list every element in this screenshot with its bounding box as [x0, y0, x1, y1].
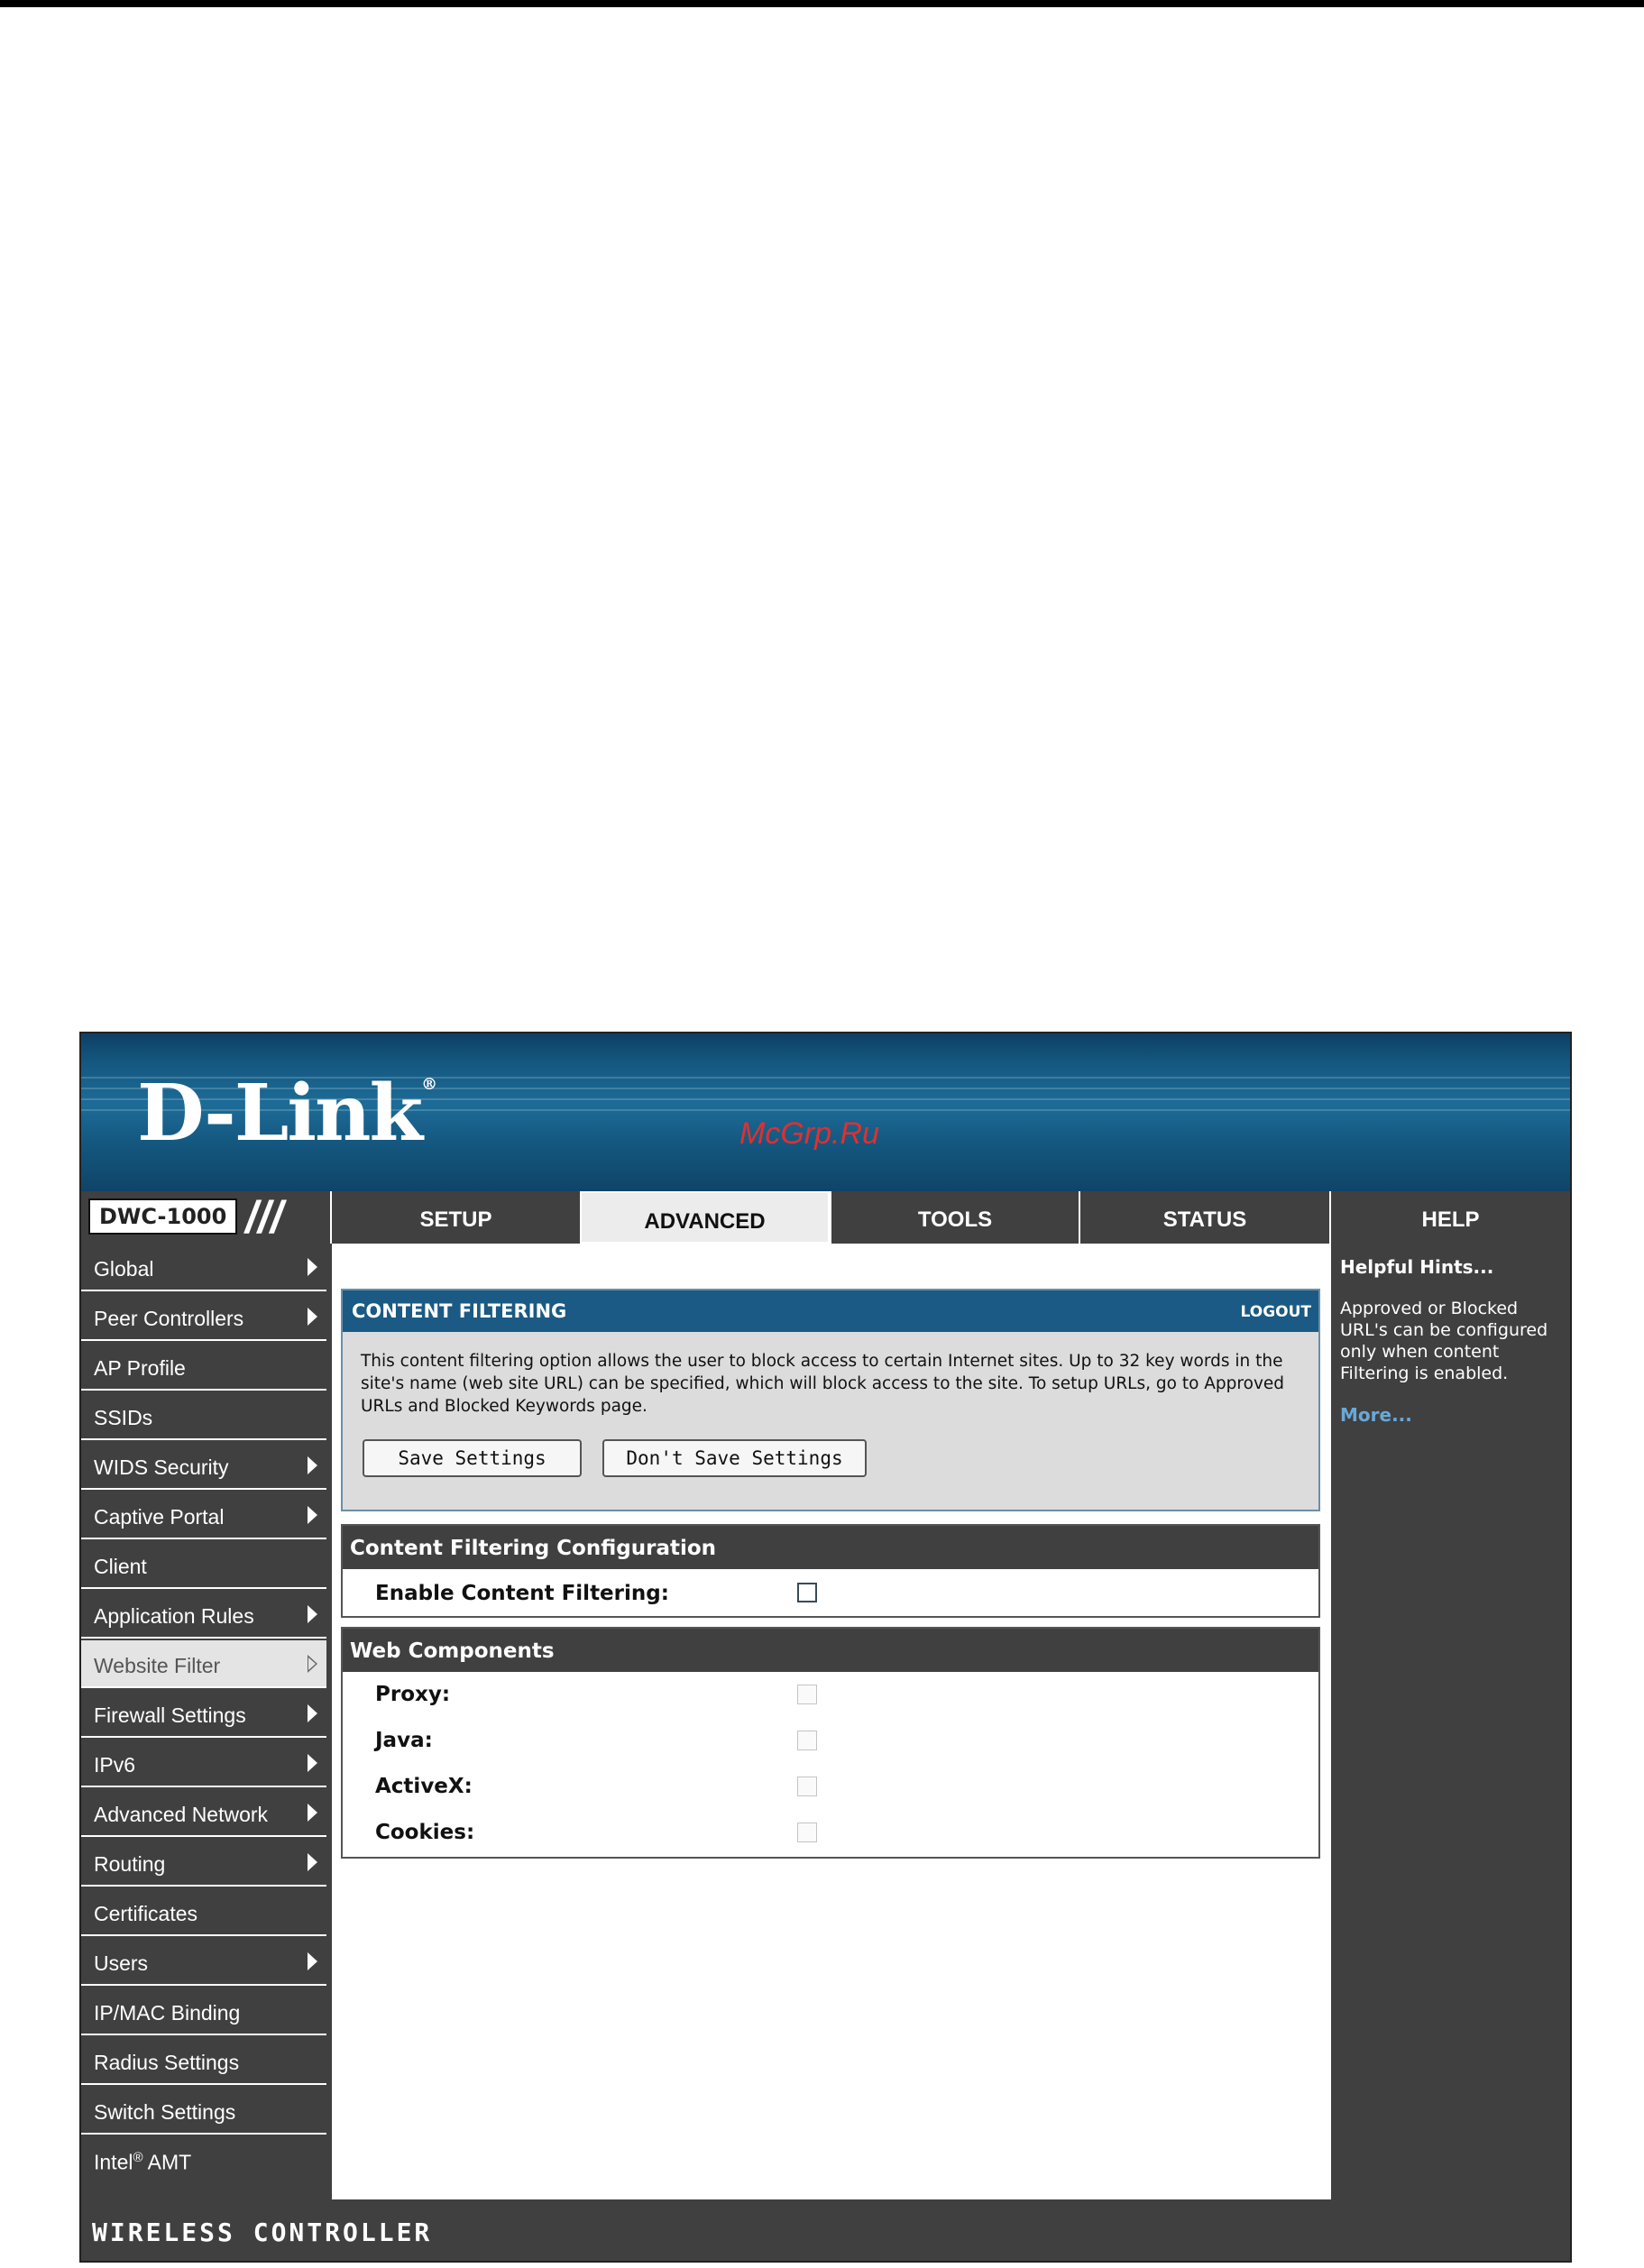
sidebar-item-label: Routing	[94, 1852, 166, 1876]
sidebar-item-label: Intel	[94, 2150, 133, 2174]
main-content: CONTENT FILTERING LOGOUT This content fi…	[332, 1244, 1329, 2199]
sidebar-item-users[interactable]: Users	[81, 1938, 326, 1986]
tab-help[interactable]: HELP	[1329, 1191, 1570, 1244]
dlink-logo: D-Link®	[137, 1068, 437, 1159]
dont-save-settings-button[interactable]: Don't Save Settings	[602, 1439, 867, 1477]
sidebar-item-ipv6[interactable]: IPv6	[81, 1740, 326, 1787]
sidebar-item-intel-amt[interactable]: Intel® AMT	[81, 2136, 326, 2199]
sidebar: Global Peer Controllers AP Profile SSIDs…	[81, 1244, 330, 2199]
arrow-right-outline-icon	[308, 1655, 317, 1673]
proxy-label: Proxy:	[375, 1683, 451, 1706]
help-panel: Helpful Hints... Approved or Blocked URL…	[1329, 1244, 1570, 2199]
sidebar-item-label: Client	[94, 1555, 147, 1578]
slashes-decoration: ///	[245, 1192, 283, 1243]
model-name: DWC-1000	[88, 1198, 237, 1235]
top-nav: DWC-1000 /// SETUP ADVANCED TOOLS STATUS…	[81, 1191, 1570, 1244]
enable-content-filtering-label: Enable Content Filtering:	[375, 1582, 669, 1605]
arrow-right-icon	[308, 1754, 317, 1772]
sidebar-item-label: Users	[94, 1951, 149, 1975]
content-filtering-panel: CONTENT FILTERING LOGOUT This content fi…	[341, 1289, 1320, 1511]
sidebar-item-label: Application Rules	[94, 1604, 254, 1628]
arrow-right-icon	[308, 1258, 317, 1276]
tab-tools[interactable]: TOOLS	[830, 1191, 1079, 1244]
cookies-label: Cookies:	[375, 1821, 475, 1844]
arrow-right-icon	[308, 1605, 317, 1623]
sidebar-item-label: IPv6	[94, 1753, 136, 1777]
top-rule	[0, 0, 1644, 7]
sidebar-item-firewall-settings[interactable]: Firewall Settings	[81, 1690, 326, 1738]
sidebar-item-ip-mac-binding[interactable]: IP/MAC Binding	[81, 1988, 326, 2035]
panel-description: This content filtering option allows the…	[361, 1352, 1285, 1416]
sidebar-item-label: Switch Settings	[94, 2100, 236, 2124]
sidebar-item-website-filter[interactable]: Website Filter	[81, 1640, 326, 1688]
arrow-right-icon	[308, 1853, 317, 1871]
watermark: McGrp.Ru	[739, 1116, 879, 1151]
arrow-right-icon	[308, 1308, 317, 1326]
sidebar-item-wids-security[interactable]: WIDS Security	[81, 1442, 326, 1490]
section-title: Web Components	[343, 1629, 1318, 1672]
logout-link[interactable]: LOGOUT	[1241, 1303, 1311, 1321]
web-components-section: Web Components Proxy: Java: ActiveX: Coo…	[341, 1627, 1320, 1859]
sidebar-item-label: SSIDs	[94, 1406, 153, 1429]
help-title: Helpful Hints...	[1340, 1256, 1494, 1278]
activex-checkbox[interactable]	[797, 1777, 817, 1796]
panel-title: CONTENT FILTERING	[352, 1300, 567, 1322]
sidebar-item-label: Advanced Network	[94, 1803, 269, 1826]
sidebar-item-label: IP/MAC Binding	[94, 2001, 241, 2025]
enable-content-filtering-checkbox[interactable]	[797, 1583, 817, 1602]
sidebar-item-captive-portal[interactable]: Captive Portal	[81, 1492, 326, 1539]
sidebar-item-label: WIDS Security	[94, 1455, 229, 1479]
help-text: Approved or Blocked URL's can be configu…	[1340, 1299, 1548, 1383]
sidebar-item-application-rules[interactable]: Application Rules	[81, 1591, 326, 1639]
sidebar-item-label: Global	[94, 1257, 154, 1281]
sidebar-item-ssids[interactable]: SSIDs	[81, 1392, 326, 1440]
proxy-checkbox[interactable]	[797, 1685, 817, 1704]
footer-label: WIRELESS CONTROLLER	[92, 2217, 433, 2247]
arrow-right-icon	[308, 1952, 317, 1970]
tab-advanced[interactable]: ADVANCED	[580, 1191, 830, 1244]
sidebar-item-label-suffix: AMT	[142, 2150, 192, 2174]
help-more-link[interactable]: More...	[1340, 1404, 1412, 1426]
brand-name: D-Link	[137, 1068, 423, 1159]
sidebar-item-label: Firewall Settings	[94, 1703, 246, 1727]
registered-mark: ®	[133, 2150, 143, 2165]
arrow-right-icon	[308, 1804, 317, 1822]
brand-registered-mark: ®	[421, 1075, 438, 1094]
sidebar-item-global[interactable]: Global	[81, 1244, 326, 1291]
sidebar-item-radius-settings[interactable]: Radius Settings	[81, 2037, 326, 2085]
section-title: Content Filtering Configuration	[343, 1526, 1318, 1569]
sidebar-item-client[interactable]: Client	[81, 1541, 326, 1589]
sidebar-item-label: AP Profile	[94, 1356, 186, 1380]
sidebar-item-certificates[interactable]: Certificates	[81, 1888, 326, 1936]
activex-label: ActiveX:	[375, 1775, 473, 1798]
panel-header: CONTENT FILTERING LOGOUT	[343, 1290, 1318, 1332]
sidebar-item-label: Peer Controllers	[94, 1307, 244, 1330]
arrow-right-icon	[308, 1704, 317, 1722]
tab-setup[interactable]: SETUP	[330, 1191, 580, 1244]
header-banner: D-Link® McGrp.Ru	[81, 1033, 1570, 1191]
arrow-right-icon	[308, 1456, 317, 1474]
sidebar-item-label: Website Filter	[94, 1654, 221, 1677]
sidebar-item-peer-controllers[interactable]: Peer Controllers	[81, 1293, 326, 1341]
sidebar-item-label: Certificates	[94, 1902, 198, 1925]
sidebar-item-routing[interactable]: Routing	[81, 1839, 326, 1887]
java-label: Java:	[375, 1729, 433, 1752]
java-checkbox[interactable]	[797, 1731, 817, 1750]
footer: WIRELESS CONTROLLER	[81, 2199, 1570, 2261]
sidebar-item-label: Radius Settings	[94, 2051, 240, 2074]
model-cell: DWC-1000 ///	[81, 1191, 330, 1244]
save-settings-button[interactable]: Save Settings	[363, 1439, 582, 1477]
content-filtering-config-section: Content Filtering Configuration Enable C…	[341, 1524, 1320, 1618]
cookies-checkbox[interactable]	[797, 1823, 817, 1842]
sidebar-item-advanced-network[interactable]: Advanced Network	[81, 1789, 326, 1837]
tab-status[interactable]: STATUS	[1079, 1191, 1329, 1244]
sidebar-item-ap-profile[interactable]: AP Profile	[81, 1343, 326, 1391]
arrow-right-icon	[308, 1506, 317, 1524]
sidebar-item-switch-settings[interactable]: Switch Settings	[81, 2087, 326, 2135]
router-ui-frame: D-Link® McGrp.Ru DWC-1000 /// SETUP ADVA…	[79, 1032, 1572, 2263]
sidebar-item-label: Captive Portal	[94, 1505, 225, 1529]
